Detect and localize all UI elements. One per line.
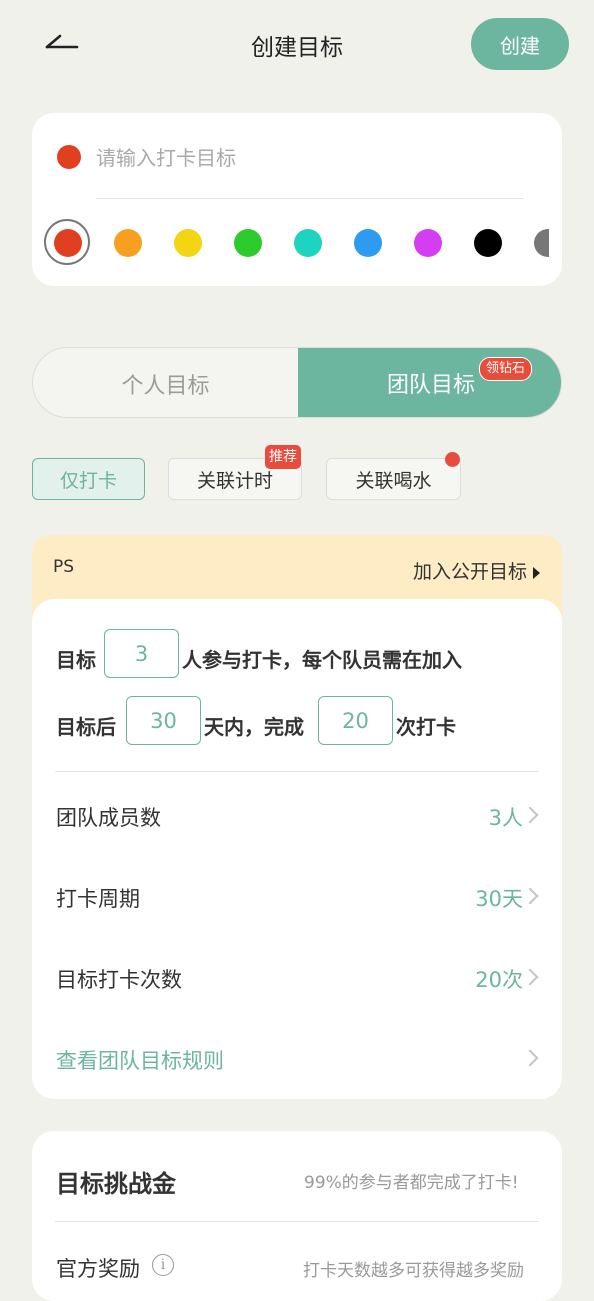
color-picker [44,219,549,267]
goal-name-input[interactable] [96,140,524,176]
checkin-times-value[interactable]: 20次 [420,964,523,994]
days-input[interactable]: 30 [126,696,201,745]
divider [55,771,539,772]
team-rules-link[interactable]: 查看团队目标规则 [56,1045,224,1075]
chip-checkin-only[interactable]: 仅打卡 [32,458,145,500]
checkin-period-label: 打卡周期 [56,887,140,911]
color-swatch[interactable] [234,229,262,257]
challenge-note: 99%的参与者都完成了打卡! [304,1173,519,1193]
divider [96,198,524,199]
join-public-goal-label: 加入公开目标 [413,561,528,583]
checkin-times-label: 目标打卡次数 [56,968,182,992]
sentence-text: 目标 [56,648,96,672]
color-swatch[interactable] [354,229,382,257]
create-button[interactable]: 创建 [471,18,569,70]
tab-personal-goal[interactable]: 个人目标 [33,348,298,417]
notification-dot [445,452,460,467]
members-input[interactable]: 3 [104,629,179,678]
join-public-goal-link[interactable]: 加入公开目标 [413,557,541,584]
reward-note: 打卡天数越多可获得越多奖励 [303,1261,524,1281]
recommend-badge: 推荐 [265,445,301,469]
color-swatch[interactable] [114,229,142,257]
color-swatch[interactable] [174,229,202,257]
info-icon[interactable]: i [152,1254,174,1276]
official-reward-label: 官方奖励 [56,1257,140,1281]
color-swatch[interactable] [474,229,502,257]
sentence-text: 人参与打卡，每个队员需在加入 [182,648,462,672]
diamond-badge: 领钻石 [479,357,533,381]
color-swatch[interactable] [414,229,442,257]
team-members-label: 团队成员数 [56,806,161,830]
goal-type-switch: 个人目标 团队目标 [32,347,562,418]
sentence-text: 天内，完成 [204,715,304,739]
times-input[interactable]: 20 [318,696,393,745]
triangle-right-icon [533,566,541,579]
color-swatch[interactable] [534,229,549,257]
color-swatch[interactable] [44,219,90,265]
divider [55,1221,539,1222]
team-members-value[interactable]: 3人 [420,802,523,832]
sentence-text: 次打卡 [396,715,456,739]
sentence-text: 目标后 [56,715,116,739]
color-swatch[interactable] [294,229,322,257]
checkin-period-value[interactable]: 30天 [420,883,523,913]
goal-color-indicator [57,145,81,169]
ps-label: PS [53,557,75,577]
challenge-title: 目标挑战金 [56,1170,176,1198]
chip-link-water[interactable]: 关联喝水 [326,458,461,500]
